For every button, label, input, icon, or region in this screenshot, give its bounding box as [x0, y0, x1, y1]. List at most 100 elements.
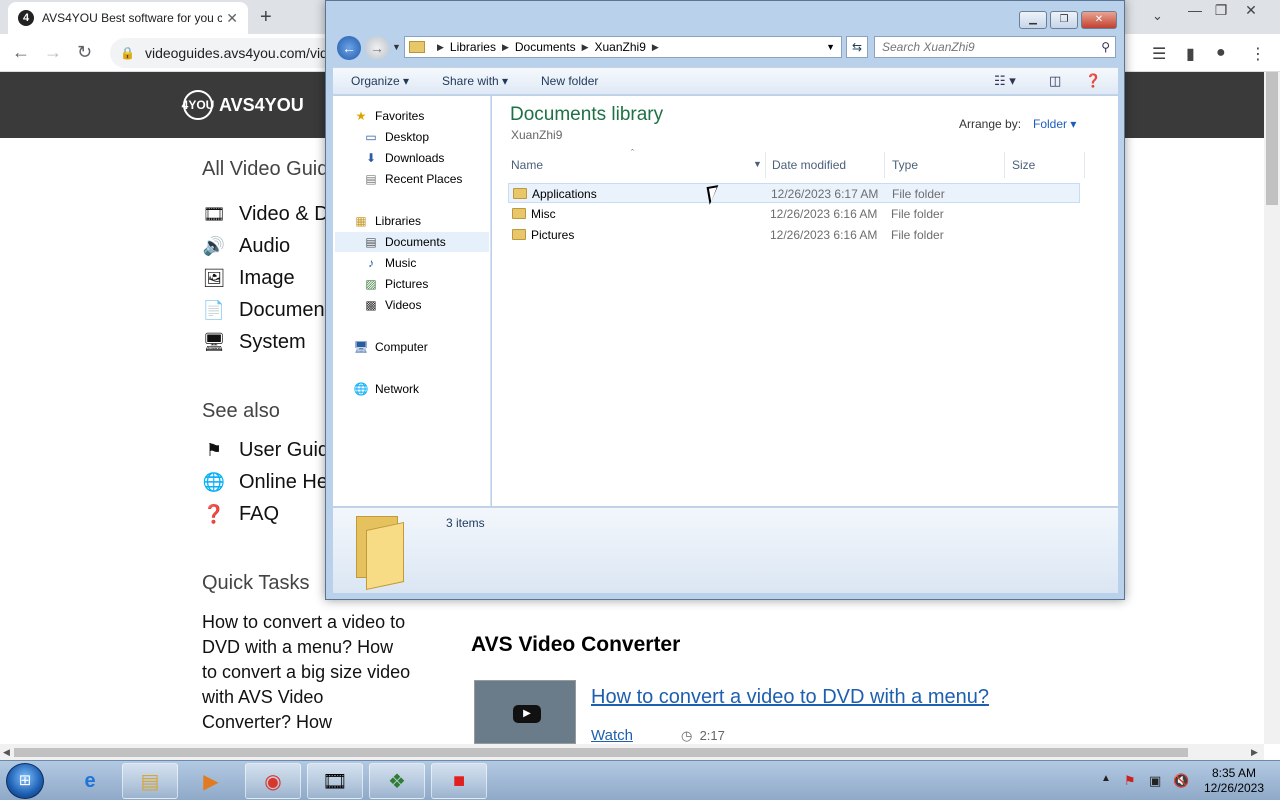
- explorer-maximize-button[interactable]: ❐: [1050, 11, 1078, 29]
- video-editor-taskbar-icon[interactable]: 🎞: [307, 763, 363, 799]
- restore-icon[interactable]: ❐: [1208, 2, 1234, 19]
- quick-tasks-list[interactable]: How to convert a video to DVD with a men…: [202, 610, 412, 735]
- system-clock[interactable]: 8:35 AM 12/26/2023: [1196, 766, 1272, 796]
- question-icon: ❓: [202, 503, 226, 524]
- breadcrumb-documents[interactable]: Documents: [515, 40, 576, 54]
- category-video[interactable]: 🎞 Video & D: [202, 202, 329, 226]
- back-arrow-icon[interactable]: ←: [12, 42, 30, 63]
- site-logo[interactable]: 4YOU AVS4YOU: [182, 90, 304, 120]
- nav-music[interactable]: ♪ Music: [363, 253, 416, 273]
- nav-downloads[interactable]: ⬇ Downloads: [363, 148, 444, 168]
- nav-favorites[interactable]: ★ Favorites: [353, 106, 425, 126]
- refresh-button[interactable]: ⇆: [846, 36, 868, 58]
- share-with-button[interactable]: Share with ▾: [442, 74, 508, 88]
- file-date: 12/26/2023 6:17 AM: [771, 187, 879, 201]
- category-image[interactable]: 🖼 Image: [202, 266, 295, 290]
- column-header-type[interactable]: Type: [892, 158, 918, 172]
- start-button[interactable]: ⊞: [6, 763, 44, 799]
- address-dropdown-icon[interactable]: ▼: [826, 42, 835, 52]
- column-divider[interactable]: [1084, 152, 1085, 178]
- vertical-scrollbar[interactable]: [1264, 72, 1280, 744]
- explorer-back-button[interactable]: ←: [337, 36, 361, 60]
- file-explorer-taskbar-icon[interactable]: ▤: [122, 763, 178, 799]
- music-icon: ♪: [368, 256, 374, 270]
- see-also-online-help[interactable]: 🌐 Online He: [202, 470, 328, 494]
- explorer-search-box[interactable]: ⚲: [874, 36, 1116, 58]
- column-header-date[interactable]: Date modified: [772, 158, 846, 172]
- vertical-scroll-thumb[interactable]: [1266, 72, 1278, 205]
- chevron-right-icon[interactable]: ▶: [652, 42, 659, 53]
- network-tray-icon[interactable]: ▣: [1149, 773, 1161, 789]
- search-input[interactable]: [882, 40, 1087, 54]
- new-folder-button[interactable]: New folder: [541, 74, 598, 88]
- explorer-close-button[interactable]: ✕: [1081, 11, 1117, 29]
- recent-pages-icon[interactable]: ▼: [392, 42, 401, 52]
- close-tab-icon[interactable]: ✕: [226, 10, 238, 27]
- tab-search-icon[interactable]: ⌄: [1152, 8, 1163, 24]
- windows-taskbar: ⊞ e ▤ ▶ ◉ 🎞 ❖ ■ ▲ ⚑ ▣ 🔇 8:35 AM 12/26/20…: [0, 760, 1280, 800]
- nav-desktop[interactable]: ▭ Desktop: [363, 127, 429, 147]
- file-row[interactable]: Misc 12/26/2023 6:16 AM File folder: [508, 204, 1080, 224]
- forward-arrow-icon[interactable]: →: [44, 42, 62, 63]
- column-dropdown-icon[interactable]: ▼: [753, 159, 762, 169]
- media-player-taskbar-icon[interactable]: ▶: [183, 763, 239, 799]
- help-icon[interactable]: ❓: [1085, 73, 1101, 89]
- see-also-user-guide[interactable]: ⚑ User Guid: [202, 438, 329, 462]
- nav-videos[interactable]: ▩ Videos: [363, 295, 421, 315]
- nav-libraries[interactable]: ▦ Libraries: [353, 211, 421, 231]
- preview-pane-icon[interactable]: ◫: [1049, 73, 1061, 89]
- arrange-by-dropdown[interactable]: Folder ▾: [1033, 117, 1076, 131]
- chevron-right-icon[interactable]: ▶: [502, 42, 509, 53]
- breadcrumb-xuanzhi9[interactable]: XuanZhi9: [595, 40, 646, 54]
- file-row[interactable]: Pictures 12/26/2023 6:16 AM File folder: [508, 225, 1080, 245]
- column-divider[interactable]: [765, 152, 766, 178]
- breadcrumb-libraries[interactable]: Libraries: [450, 40, 496, 54]
- nav-computer[interactable]: 🖥 Computer: [353, 337, 427, 357]
- side-panel-icon[interactable]: ▮: [1186, 44, 1195, 64]
- organize-button[interactable]: Organize ▾: [351, 74, 409, 88]
- nav-pictures[interactable]: ▨ Pictures: [363, 274, 428, 294]
- column-header-size[interactable]: Size: [1012, 158, 1035, 172]
- star-icon: ★: [355, 109, 367, 123]
- menu-kebab-icon[interactable]: ⋮: [1250, 44, 1266, 64]
- installer-taskbar-icon[interactable]: ❖: [369, 763, 425, 799]
- video-thumbnail[interactable]: ▶: [474, 680, 576, 744]
- chrome-taskbar-icon[interactable]: ◉: [245, 763, 301, 799]
- column-header-name[interactable]: Name: [511, 158, 543, 172]
- show-hidden-icons[interactable]: ▲: [1101, 773, 1111, 784]
- action-center-icon[interactable]: ⚑: [1124, 773, 1136, 789]
- view-options-icon[interactable]: ☷ ▾: [994, 73, 1016, 89]
- video-title-link[interactable]: How to convert a video to DVD with a men…: [591, 686, 989, 709]
- library-title: Documents library: [510, 104, 664, 125]
- close-window-icon[interactable]: ✕: [1238, 2, 1264, 19]
- profile-icon[interactable]: ●: [1216, 44, 1226, 62]
- file-row[interactable]: Applications 12/26/2023 6:17 AM File fol…: [508, 183, 1080, 203]
- reload-icon[interactable]: ↻: [77, 42, 92, 63]
- file-type: File folder: [892, 187, 945, 201]
- minimize-icon[interactable]: —: [1182, 2, 1208, 18]
- scroll-left-icon[interactable]: ◀: [3, 747, 10, 758]
- category-document[interactable]: 📄 Documen: [202, 298, 325, 322]
- explorer-minimize-button[interactable]: ▁: [1019, 11, 1047, 29]
- search-icon[interactable]: ⚲: [1101, 40, 1110, 54]
- horizontal-scrollbar[interactable]: ◀ ▶: [0, 744, 1264, 760]
- explorer-address-bar[interactable]: ▶ Libraries ▶ Documents ▶ XuanZhi9 ▶ ▼: [404, 36, 842, 58]
- category-audio[interactable]: 🔊 Audio: [202, 234, 290, 258]
- horizontal-scroll-thumb[interactable]: [14, 748, 1188, 757]
- explorer-forward-button[interactable]: →: [365, 36, 389, 60]
- column-divider[interactable]: [1004, 152, 1005, 178]
- media-controls-icon[interactable]: ☰: [1152, 44, 1166, 64]
- browser-tab[interactable]: 4 AVS4YOU Best software for you c ✕: [8, 2, 248, 34]
- chevron-right-icon[interactable]: ▶: [582, 42, 589, 53]
- scroll-right-icon[interactable]: ▶: [1251, 747, 1258, 758]
- see-also-faq[interactable]: ❓ FAQ: [202, 502, 279, 526]
- volume-muted-icon[interactable]: 🔇: [1173, 773, 1189, 789]
- category-system[interactable]: 🖥 System: [202, 330, 306, 354]
- video-recorder-taskbar-icon[interactable]: ■: [431, 763, 487, 799]
- column-divider[interactable]: [884, 152, 885, 178]
- nav-documents[interactable]: ▤ Documents: [335, 232, 489, 252]
- nav-recent-places[interactable]: ▤ Recent Places: [363, 169, 462, 189]
- nav-network[interactable]: 🌐 Network: [353, 379, 420, 399]
- new-tab-button[interactable]: +: [260, 6, 272, 29]
- internet-explorer-taskbar-icon[interactable]: e: [62, 763, 118, 799]
